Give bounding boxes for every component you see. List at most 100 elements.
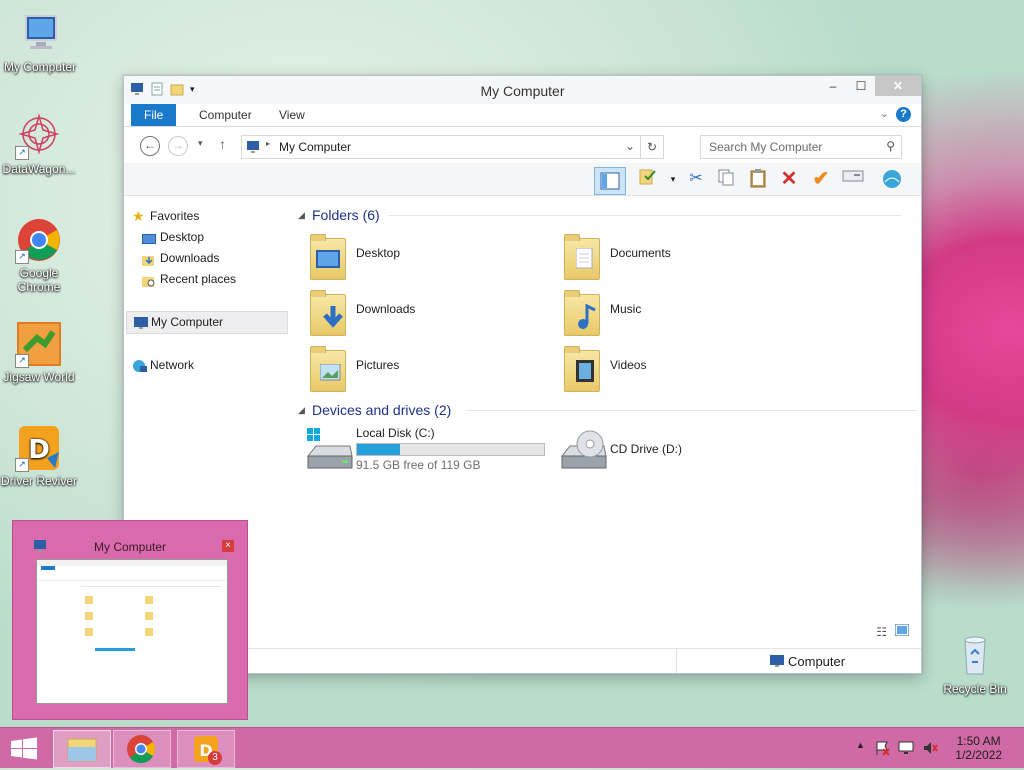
folder-tile-documents[interactable]: Documents [560, 230, 800, 282]
collapse-arrow-icon[interactable]: ◢ [298, 399, 305, 421]
taskbar-thumbnail-preview[interactable]: My Computer × [12, 520, 248, 720]
nav-item-downloads[interactable]: Downloads [130, 248, 288, 269]
up-button[interactable]: ↑ [219, 136, 226, 152]
desktop-icon-driver-reviver[interactable]: D ↗ Driver Reviver [0, 424, 79, 488]
help-icon[interactable]: ? [896, 107, 911, 122]
window-title: My Computer [480, 83, 565, 99]
close-button[interactable]: ✕ [875, 76, 921, 96]
drive-tile-c[interactable]: Local Disk (C:) 91.5 GB free of 119 GB [306, 426, 556, 478]
tab-computer[interactable]: Computer [186, 104, 265, 126]
local-disk-icon [306, 426, 353, 476]
computer-icon [133, 316, 148, 329]
network-globe-icon[interactable] [881, 168, 903, 190]
drive-tile-d[interactable]: CD Drive (D:) [560, 426, 800, 478]
group-title: Folders (6) [312, 207, 380, 223]
folder-tile-desktop[interactable]: Desktop [306, 230, 546, 282]
file-explorer-icon [67, 738, 97, 762]
search-input[interactable]: Search My Computer ⚲ [700, 135, 902, 159]
monitor-icon [16, 10, 64, 58]
volume-muted-icon[interactable] [922, 740, 938, 759]
recent-places-icon [142, 273, 156, 287]
folder-tile-pictures[interactable]: Pictures [306, 342, 546, 394]
breadcrumb-chevron-icon[interactable]: ▸ [266, 139, 270, 148]
network-status-icon[interactable] [898, 740, 914, 759]
nav-item-recent-places[interactable]: Recent places [130, 269, 288, 290]
title-bar[interactable]: ▾ My Computer ‒ ☐ ✕ [124, 76, 921, 104]
refresh-icon[interactable]: ↻ [640, 136, 663, 158]
desktop-icon-my-computer[interactable]: My Computer [0, 10, 80, 74]
back-button[interactable]: ← [140, 136, 160, 156]
action-center-flag-icon[interactable] [874, 740, 890, 759]
preview-title: My Computer [93, 540, 167, 554]
folder-tile-videos[interactable]: Videos [560, 342, 800, 394]
folder-label: Desktop [356, 246, 401, 260]
nav-network[interactable]: Network [130, 355, 288, 376]
nav-label: Recent places [160, 272, 237, 286]
clock[interactable]: 1:50 AM 1/2/2022 [955, 734, 1002, 762]
taskbar-driver-reviver[interactable]: D 3 [177, 730, 235, 768]
tab-file[interactable]: File [131, 104, 177, 126]
collapse-arrow-icon[interactable]: ◢ [298, 204, 305, 226]
nav-label: Favorites [150, 209, 200, 223]
folders-group-header[interactable]: ◢ Folders (6) [296, 204, 911, 226]
computer-icon [246, 140, 260, 157]
taskbar-file-explorer[interactable] [53, 730, 111, 768]
address-text[interactable]: My Computer [279, 140, 351, 154]
preview-pane-button[interactable] [594, 167, 626, 195]
desktop-icon-jigsaw-world[interactable]: ↗ Jigsaw World [0, 320, 79, 384]
recycle-bin-icon [951, 632, 999, 680]
taskbar-chrome[interactable] [113, 730, 171, 768]
drive-name: Local Disk (C:) [356, 426, 435, 440]
details-view-icon[interactable]: ☷ [876, 625, 887, 639]
large-icons-view-icon[interactable] [894, 623, 910, 639]
preview-close-button[interactable]: × [222, 540, 234, 552]
expand-ribbon-icon[interactable]: ⌄ [880, 107, 889, 120]
shortcut-arrow-icon: ↗ [15, 458, 29, 472]
desktop-icon-label: Recycle Bin [943, 682, 1007, 696]
delete-button[interactable]: ✕ [778, 168, 800, 190]
desktop-icon-google-chrome[interactable]: ↗ Google Chrome [0, 216, 79, 294]
recent-locations-icon[interactable]: ▾ [198, 138, 203, 149]
forward-button[interactable]: → [168, 136, 188, 156]
nav-my-computer[interactable]: My Computer [126, 311, 288, 334]
nav-label: Network [150, 358, 195, 372]
paste-button[interactable] [747, 168, 769, 190]
clock-date: 1/2/2022 [955, 748, 1002, 762]
show-hidden-icons-chevron-icon[interactable]: ▲ [856, 740, 865, 750]
properties-button[interactable] [637, 168, 659, 190]
group-title: Devices and drives (2) [312, 402, 452, 418]
ribbon-tabs: File Computer View ⌄ ? [124, 104, 921, 127]
properties-dropdown-icon[interactable]: ▾ [662, 168, 684, 190]
folder-tile-music[interactable]: Music [560, 286, 800, 338]
group-divider [466, 410, 917, 411]
desktop-icon-label: DataWagon... [2, 162, 76, 176]
shortcut-arrow-icon: ↗ [15, 250, 29, 264]
minimize-button[interactable]: ‒ [819, 76, 847, 96]
status-divider [676, 649, 677, 673]
tab-view[interactable]: View [266, 104, 318, 126]
drive-usage-fill [357, 444, 400, 455]
clock-time: 1:50 AM [956, 734, 1001, 748]
folder-label: Pictures [356, 358, 400, 372]
nav-label: Desktop [160, 230, 205, 244]
nav-label: My Computer [151, 315, 224, 329]
star-icon: ★ [132, 208, 145, 224]
cut-button[interactable]: ✂ [685, 168, 707, 190]
rename-check-icon[interactable]: ✔ [810, 168, 832, 190]
navigation-bar: ← → ▾ ↑ ▸ My Computer ⌄ ↻ Search My Comp… [124, 127, 921, 163]
system-tray: ▲ 1:50 AM 1/2/2022 [844, 728, 1024, 768]
nav-favorites[interactable]: ★ Favorites [130, 206, 288, 227]
desktop-icon-datawagon[interactable]: ↗ DataWagon... [0, 112, 79, 176]
desktop-icon-recycle-bin[interactable]: Recycle Bin [935, 632, 1015, 696]
address-bar[interactable]: ▸ My Computer ⌄ ↻ [241, 135, 664, 159]
maximize-button[interactable]: ☐ [847, 76, 875, 96]
copy-button[interactable] [715, 168, 737, 190]
address-dropdown-icon[interactable]: ⌄ [625, 139, 635, 153]
start-button[interactable] [0, 730, 48, 766]
folder-tile-downloads[interactable]: Downloads [306, 286, 546, 338]
devices-group-header[interactable]: ◢ Devices and drives (2) [296, 399, 927, 421]
map-drive-button[interactable] [842, 168, 864, 190]
desktop-icon-label: Google Chrome [17, 266, 61, 294]
search-icon[interactable]: ⚲ [886, 139, 895, 153]
nav-item-desktop[interactable]: Desktop [130, 227, 288, 248]
